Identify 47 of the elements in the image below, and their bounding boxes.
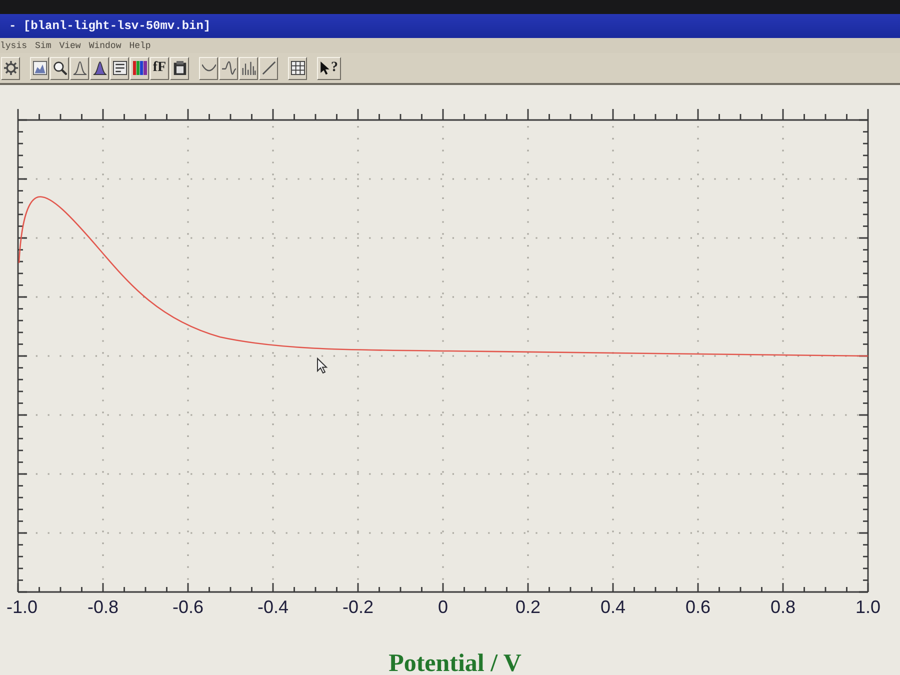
help-button[interactable]: ?: [317, 56, 341, 80]
graph-button[interactable]: [30, 56, 49, 80]
grid-icon: [290, 61, 304, 75]
tick-label: 0: [438, 597, 448, 617]
window-title: - [blanl-light-lsv-50mv.bin]: [8, 19, 211, 33]
tick-label: 0.2: [515, 597, 541, 617]
tick-label: 0.6: [685, 597, 711, 617]
gear-icon: [4, 61, 18, 75]
chart-icon: [32, 61, 46, 75]
peak-icon: [72, 61, 86, 75]
menu-item[interactable]: Window: [88, 40, 122, 50]
tick-label: -0.6: [172, 597, 204, 617]
panel-icon: [112, 61, 126, 75]
diagonal-line-icon: [262, 61, 276, 75]
tick-label: -0.8: [87, 597, 119, 617]
tick-label: -0.2: [342, 597, 374, 617]
clipboard-button[interactable]: [170, 56, 189, 80]
pointer-icon: [320, 61, 330, 75]
font-button[interactable]: fF: [150, 56, 169, 80]
tick-label: -1.0: [6, 597, 38, 617]
menu-item[interactable]: lysis: [0, 40, 28, 50]
mouse-pointer-icon: [317, 357, 328, 374]
color-bars-icon: [132, 61, 146, 75]
derivative-button[interactable]: [239, 56, 258, 80]
clipboard-icon: [172, 61, 186, 75]
tick-label: -0.4: [257, 597, 289, 617]
panel-button[interactable]: [110, 56, 129, 80]
peak-area-button[interactable]: [90, 56, 109, 80]
grid-button[interactable]: [288, 56, 307, 80]
menu-item[interactable]: Help: [129, 40, 151, 50]
axis-title: Potential / V: [388, 650, 522, 674]
colors-button[interactable]: [130, 56, 149, 80]
wave-button[interactable]: [219, 56, 238, 80]
zoom-button[interactable]: [50, 56, 69, 80]
tick-label: 1.0: [855, 597, 881, 617]
magnifier-icon: [52, 61, 66, 75]
tick-label: 0.4: [600, 597, 626, 617]
menu-item[interactable]: View: [59, 40, 81, 50]
peak-button[interactable]: [70, 56, 89, 80]
smooth-button[interactable]: [199, 56, 218, 80]
peak-area-icon: [92, 61, 106, 75]
settings-button[interactable]: [1, 56, 20, 80]
wave-icon: [222, 61, 236, 75]
spikes-icon: [242, 61, 256, 75]
tick-label: 0.8: [770, 597, 796, 617]
line-button[interactable]: [259, 56, 278, 80]
menu-item[interactable]: Sim: [35, 40, 52, 50]
